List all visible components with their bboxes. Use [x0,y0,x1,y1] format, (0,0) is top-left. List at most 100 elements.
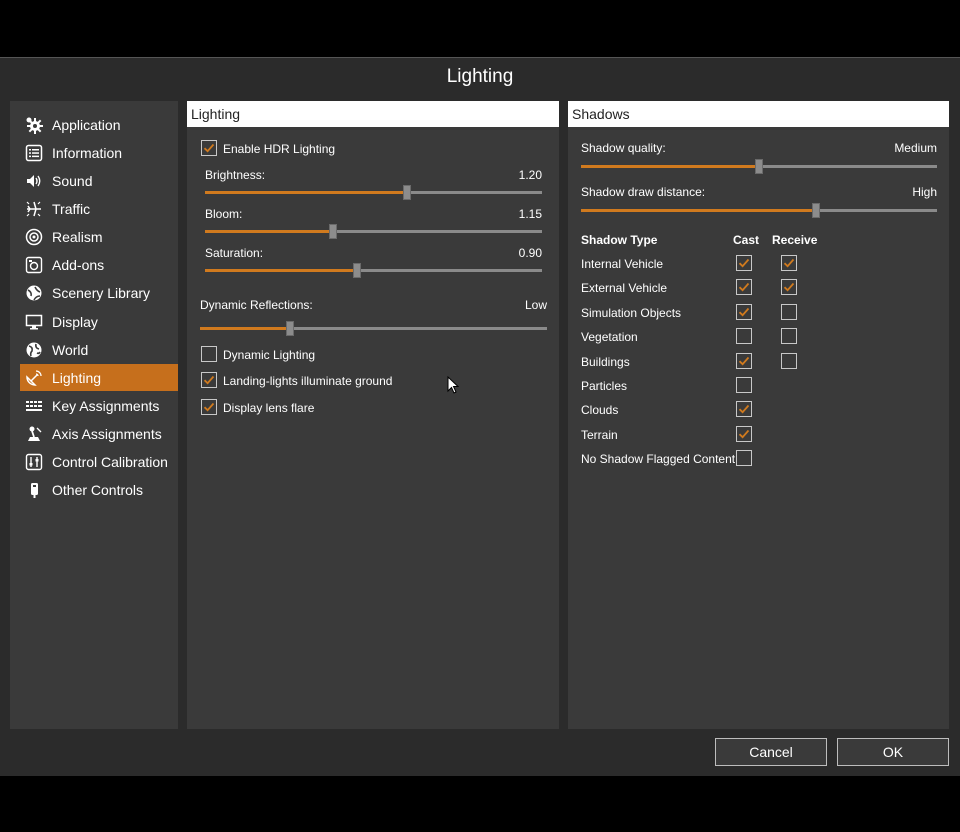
sidebar-item-label: World [52,341,89,358]
landing-lights-label: Landing-lights illuminate ground [223,374,393,388]
shadow-distance-label: Shadow draw distance: [581,185,706,199]
slider-thumb[interactable] [286,321,295,336]
controller-icon [24,480,44,500]
sidebar-item-label: Sound [52,172,93,189]
speaker-icon [24,171,44,191]
landing-lights-checkbox[interactable] [201,372,217,388]
external-vehicle-cast-checkbox[interactable] [736,279,752,296]
sidebar-item-lighting[interactable]: Lighting [20,364,178,392]
slider-fill [205,230,334,233]
sidebar-item-label: Display [52,313,98,330]
sidebar-item-information[interactable]: Information [20,139,178,166]
satellite-dish-icon [24,368,44,388]
brightness-slider[interactable] [205,185,542,200]
sliders-icon [24,452,44,472]
shadow-type-label: Internal Vehicle [581,257,664,271]
slider-thumb[interactable] [403,185,412,200]
brightness-label: Brightness: [205,168,266,182]
internal-vehicle-receive-checkbox[interactable] [781,255,797,271]
simulation-objects-cast-checkbox[interactable] [736,303,752,320]
simulation-objects-receive-checkbox[interactable] [781,303,797,320]
cancel-button[interactable]: Cancel [715,738,827,766]
sidebar-item-other-controls[interactable]: Other Controls [20,477,178,504]
bloom-slider[interactable] [205,224,542,239]
sidebar-item-scenery-library[interactable]: Scenery Library [20,280,178,307]
sidebar-item-label: Other Controls [52,482,144,499]
slider-fill [205,269,357,272]
ok-button[interactable]: OK [837,738,949,766]
shadow-quality-value: Medium [894,141,937,155]
particles-cast-checkbox[interactable] [736,377,752,393]
sidebar-item-label: Add-ons [52,257,105,274]
shadow-quality-slider[interactable] [581,159,937,174]
shadow-type-label: External Vehicle [581,281,668,296]
slider-thumb[interactable] [329,224,338,239]
terrain-cast-checkbox[interactable] [736,425,752,442]
shadow-quality-label: Shadow quality: [581,141,666,155]
lens-flare-checkbox[interactable] [201,399,217,415]
shadow-distance-slider[interactable] [581,203,937,218]
shadow-type-header: Shadow Type [581,233,658,247]
world-icon [24,340,44,360]
mouse-cursor-icon [447,376,459,394]
dialog-title: Lighting [446,66,514,87]
sidebar-item-application[interactable]: Application [20,111,178,138]
slider-fill [200,327,291,330]
dynamic-lighting-label: Dynamic Lighting [223,348,316,362]
vegetation-cast-checkbox[interactable] [736,328,752,345]
internal-vehicle-cast-checkbox[interactable] [736,255,752,271]
shadow-type-label: Particles [581,379,628,393]
saturation-label: Saturation: [205,246,264,260]
airplane-icon [24,199,44,219]
target-icon [24,227,44,247]
keyboard-icon [24,396,44,416]
bloom-label: Bloom: [205,207,243,221]
sidebar-item-axis-assignments[interactable]: Axis Assignments [20,421,178,448]
globe-map-icon [24,283,44,303]
sidebar-item-key-assignments[interactable]: Key Assignments [20,393,178,420]
gear-icon [24,115,44,135]
shadow-type-label: Terrain [581,427,618,442]
brightness-value: 1.20 [518,168,542,182]
joystick-icon [24,424,44,444]
sidebar-item-world[interactable]: World [20,336,178,363]
dynamic-reflections-slider[interactable] [200,321,547,336]
sidebar-item-traffic[interactable]: Traffic [20,195,178,222]
shadows-panel-header: Shadows [568,101,949,127]
slider-thumb[interactable] [811,203,820,218]
dynamic-lighting-checkbox[interactable] [201,346,217,362]
buildings-receive-checkbox[interactable] [781,352,797,369]
lens-flare-label: Display lens flare [223,401,315,415]
monitor-icon [24,312,44,332]
sidebar-item-control-calibration[interactable]: Control Calibration [20,449,178,476]
sidebar-item-add-ons[interactable]: Add-ons [20,252,178,279]
shadow-type-label: Vegetation [581,330,638,345]
saturation-slider[interactable] [205,263,542,278]
sidebar-item-sound[interactable]: Sound [20,167,178,194]
slider-fill [205,191,408,194]
addon-icon [24,255,44,275]
bloom-value: 1.15 [518,207,542,221]
list-icon [24,143,44,163]
sidebar-item-label: Control Calibration [52,454,168,471]
vegetation-receive-checkbox[interactable] [781,328,797,345]
receive-header: Receive [772,233,818,247]
slider-fill [581,165,759,168]
sidebar-item-label: Key Assignments [52,398,160,414]
slider-thumb[interactable] [755,159,763,174]
enable-hdr-checkbox[interactable] [201,140,217,156]
sidebar-item-label: Axis Assignments [52,426,162,443]
enable-hdr-label: Enable HDR Lighting [223,142,336,156]
slider-thumb[interactable] [352,263,361,278]
sidebar-item-realism[interactable]: Realism [20,224,178,251]
dynamic-reflections-value: Low [524,298,547,312]
buildings-cast-checkbox[interactable] [736,352,752,369]
sidebar-item-label: Application [52,116,121,133]
sidebar-item-display[interactable]: Display [20,308,178,335]
external-vehicle-receive-checkbox[interactable] [781,279,797,296]
no-shadow-flagged-content-cast-checkbox[interactable] [736,450,752,467]
lighting-panel: Lighting Enable HDR Lighting Brightness:… [187,101,559,729]
sidebar-item-label: Information [52,144,123,161]
shadows-panel: Shadows Shadow quality: Medium Shadow dr… [568,101,949,729]
clouds-cast-checkbox[interactable] [736,401,752,418]
